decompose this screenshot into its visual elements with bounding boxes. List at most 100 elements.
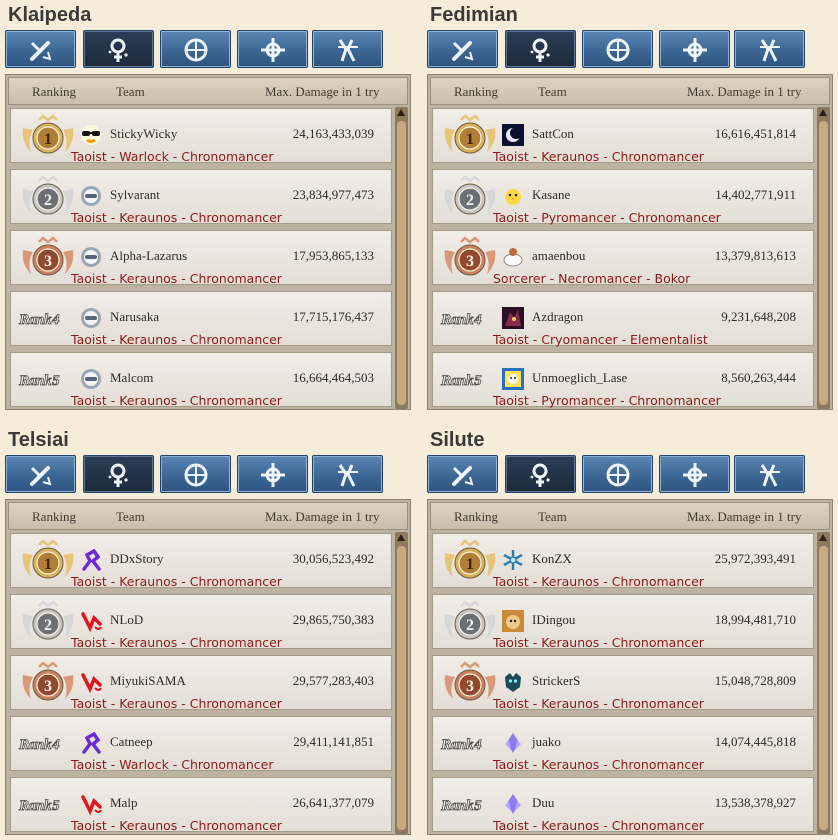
scroll-up-arrow-icon[interactable] <box>819 109 827 116</box>
player-name: StickyWicky <box>110 126 178 141</box>
scroll-up-arrow-icon[interactable] <box>819 534 827 541</box>
tab-scout[interactable] <box>312 455 383 493</box>
ranking-row[interactable]: Rank4 Azdragon 9,231,648,208 Taoist - Cryom… <box>432 291 814 347</box>
tab-cleric[interactable] <box>237 30 308 68</box>
tab-archer[interactable] <box>582 455 653 493</box>
tab-scout[interactable] <box>312 30 383 68</box>
ranking-header: Ranking Team Max. Damage in 1 try <box>430 77 830 105</box>
cup-icon <box>502 246 524 268</box>
ranking-row[interactable]: Rank5 Unmoeglich_Lase 8,560,263,444 Taoist … <box>432 352 814 408</box>
scrollbar[interactable] <box>817 532 830 834</box>
moon-icon <box>502 124 524 146</box>
ranking-row[interactable]: Rank5 Malcom 16,664,464,503 Taoist - Keraun… <box>10 352 392 408</box>
ranking-row[interactable]: Rank5 Duu 13,538,378,927 Taoist - Keraunos … <box>432 777 814 833</box>
server-panel: Telsiai Ranking Team Max. Damage in 1 try 1 D… <box>5 427 411 837</box>
player-name: Malcom <box>110 370 154 385</box>
scrollbar[interactable] <box>817 107 830 409</box>
sunglasses-icon <box>80 124 102 146</box>
scroll-thumb[interactable] <box>397 121 406 405</box>
class-build: Taoist - Keraunos - Chronomancer <box>493 574 704 589</box>
rank-number: 5 <box>474 798 482 815</box>
rank-medal-icon: 3 <box>441 236 499 285</box>
rank-prefix: Rank <box>441 798 474 815</box>
ranking-row[interactable]: 2 NLoD 29,865,750,383 Taoist - Keraunos - C… <box>10 594 392 650</box>
svg-text:2: 2 <box>44 192 52 209</box>
max-damage: 29,411,141,851 <box>293 734 374 749</box>
purple-figure-icon <box>80 731 102 754</box>
svg-text:2: 2 <box>44 617 52 634</box>
ranking-row[interactable]: 1 KonZX 25,972,393,491 Taoist - Keraunos - … <box>432 533 814 589</box>
max-damage: 17,715,176,437 <box>292 309 374 324</box>
server-panel: Fedimian Ranking Team Max. Damage in 1 try 1… <box>427 2 833 412</box>
red-swirl-icon <box>80 671 102 694</box>
scroll-thumb[interactable] <box>819 121 828 405</box>
ranking-row[interactable]: 3 Alpha-Lazarus 17,953,865,133 Taoist - Ker… <box>10 230 392 286</box>
scroll-up-arrow-icon[interactable] <box>397 109 405 116</box>
chick-icon <box>502 185 524 207</box>
server-title: Silute <box>430 429 485 451</box>
ranking-row[interactable]: 3 StrickerS 15,048,728,809 Taoist - Kerauno… <box>432 655 814 711</box>
tab-archer[interactable] <box>160 30 231 68</box>
ranking-list: 1 StickyWicky 24,163,433,039 Taoist - Warlo… <box>10 108 394 408</box>
rank-number: 4 <box>52 312 60 329</box>
scroll-thumb[interactable] <box>397 546 406 830</box>
scrollbar[interactable] <box>395 532 408 834</box>
helmet-icon <box>80 246 102 268</box>
tab-archer[interactable] <box>160 455 231 493</box>
tab-cleric[interactable] <box>659 30 730 68</box>
ranking-row[interactable]: Rank5 Malp 26,641,377,079 Taoist - Keraunos… <box>10 777 392 833</box>
tab-swordsman[interactable] <box>5 30 76 68</box>
rank-prefix: Rank <box>19 737 52 754</box>
rank-prefix: Rank <box>441 737 474 754</box>
class-build: Taoist - Keraunos - Chronomancer <box>71 635 282 650</box>
tab-swordsman[interactable] <box>427 30 498 68</box>
ranking-row[interactable]: Rank4 Narusaka 17,715,176,437 Taoist - Kera… <box>10 291 392 347</box>
scroll-thumb[interactable] <box>819 546 828 830</box>
tab-wizard[interactable] <box>505 30 576 68</box>
player-name: KonZX <box>532 551 572 566</box>
ranking-row[interactable]: 3 MiyukiSAMA 29,577,283,403 Taoist - Keraun… <box>10 655 392 711</box>
tab-wizard[interactable] <box>83 30 154 68</box>
tab-wizard[interactable] <box>83 455 154 493</box>
ranking-row[interactable]: 1 DDxStory 30,056,523,492 Taoist - Keraunos… <box>10 533 392 589</box>
class-build: Taoist - Warlock - Chronomancer <box>71 757 274 772</box>
tab-cleric[interactable] <box>237 455 308 493</box>
ranking-row[interactable]: Rank4 Catneep 29,411,141,851 Taoist - Warlo… <box>10 716 392 772</box>
dog-icon <box>502 610 524 632</box>
max-damage: 16,616,451,814 <box>714 126 796 141</box>
player-name: DDxStory <box>110 551 164 566</box>
tab-scout[interactable] <box>734 30 805 68</box>
player-name: Kasane <box>532 187 571 202</box>
rank-label: Rank4 <box>441 312 482 329</box>
ranking-row[interactable]: 2 IDingou 18,994,481,710 Taoist - Keraunos … <box>432 594 814 650</box>
tab-wizard[interactable] <box>505 455 576 493</box>
scrollbar[interactable] <box>395 107 408 409</box>
max-damage: 25,972,393,491 <box>714 551 796 566</box>
player-name: NLoD <box>110 612 144 627</box>
class-build: Sorcerer - Necromancer - Bokor <box>493 271 691 286</box>
ranking-header: Ranking Team Max. Damage in 1 try <box>8 77 408 105</box>
tab-archer[interactable] <box>582 30 653 68</box>
rank-number: 5 <box>52 373 60 390</box>
ranking-row[interactable]: 3 amaenbou 13,379,813,613 Sorcerer - Necrom… <box>432 230 814 286</box>
rank-medal-icon: 3 <box>19 661 77 710</box>
player-name: Sylvarant <box>110 187 160 202</box>
tab-swordsman[interactable] <box>427 455 498 493</box>
ranking-list: 1 DDxStory 30,056,523,492 Taoist - Keraunos… <box>10 533 394 833</box>
class-build: Taoist - Keraunos - Chronomancer <box>71 210 282 225</box>
tab-scout[interactable] <box>734 455 805 493</box>
scroll-up-arrow-icon[interactable] <box>397 534 405 541</box>
class-build: Taoist - Keraunos - Chronomancer <box>493 635 704 650</box>
ranking-row[interactable]: 2 Kasane 14,402,771,911 Taoist - Pyromancer… <box>432 169 814 225</box>
ranking-row[interactable]: 1 StickyWicky 24,163,433,039 Taoist - Warlo… <box>10 108 392 164</box>
ranking-board: Ranking Team Max. Damage in 1 try 1 StickyWi… <box>5 74 411 410</box>
ranking-row[interactable]: 1 SattCon 16,616,451,814 Taoist - Keraunos … <box>432 108 814 164</box>
ranking-row[interactable]: Rank4 juako 14,074,445,818 Taoist - Kerauno… <box>432 716 814 772</box>
purple-figure-icon <box>80 548 102 571</box>
tab-cleric[interactable] <box>659 455 730 493</box>
tab-swordsman[interactable] <box>5 455 76 493</box>
svg-text:1: 1 <box>44 131 52 148</box>
ranking-row[interactable]: 2 Sylvarant 23,834,977,473 Taoist - Kerauno… <box>10 169 392 225</box>
class-build: Taoist - Keraunos - Chronomancer <box>493 818 704 833</box>
rank-medal-icon: 1 <box>441 114 499 163</box>
